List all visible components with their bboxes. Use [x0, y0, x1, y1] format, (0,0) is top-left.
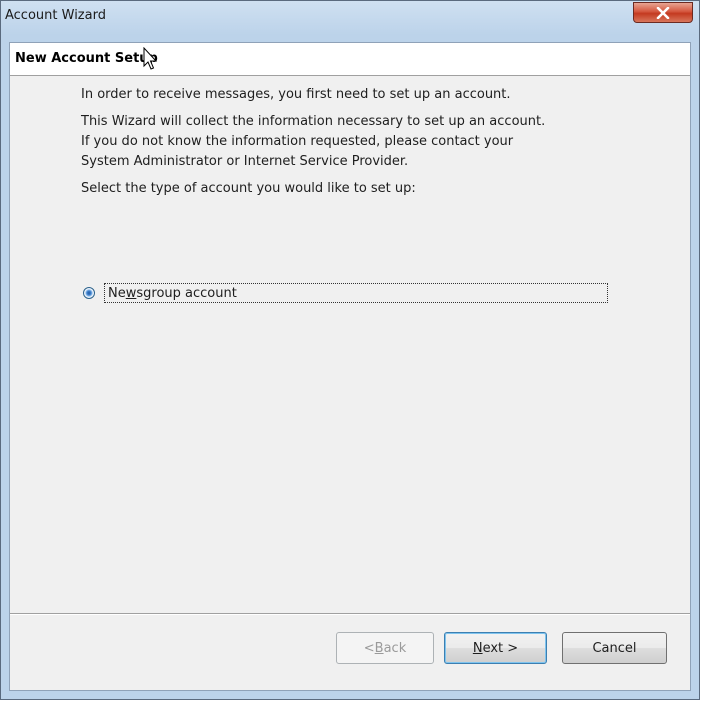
window-title: Account Wizard	[5, 8, 106, 23]
account-wizard-window: Account Wizard New Account Setup In orde…	[0, 0, 700, 700]
newsgroup-account-option[interactable]: Newsgroup account	[83, 283, 608, 303]
close-button[interactable]	[633, 2, 693, 23]
intro-text: In order to receive messages, you first …	[81, 87, 511, 102]
info-line-1: This Wizard will collect the information…	[81, 114, 546, 129]
mouse-cursor-icon	[143, 47, 158, 70]
info-line-2: If you do not know the information reque…	[81, 134, 514, 149]
newsgroup-account-label[interactable]: Newsgroup account	[104, 283, 608, 303]
title-bar[interactable]: Account Wizard	[1, 1, 699, 41]
info-line-3: System Administrator or Internet Service…	[81, 154, 409, 169]
wizard-page: New Account Setup In order to receive me…	[9, 42, 691, 691]
newsgroup-account-radio[interactable]	[83, 287, 95, 299]
info-text: This Wizard will collect the information…	[81, 112, 660, 172]
page-header: New Account Setup	[10, 43, 690, 76]
instructions: In order to receive messages, you first …	[81, 85, 660, 206]
select-prompt: Select the type of account you would lik…	[81, 181, 416, 196]
footer-divider	[10, 613, 690, 615]
next-button[interactable]: Next >	[444, 632, 547, 664]
cancel-button[interactable]: Cancel	[562, 632, 667, 664]
back-button[interactable]: < Back	[336, 632, 434, 664]
close-icon	[656, 6, 670, 19]
page-title: New Account Setup	[15, 51, 158, 66]
